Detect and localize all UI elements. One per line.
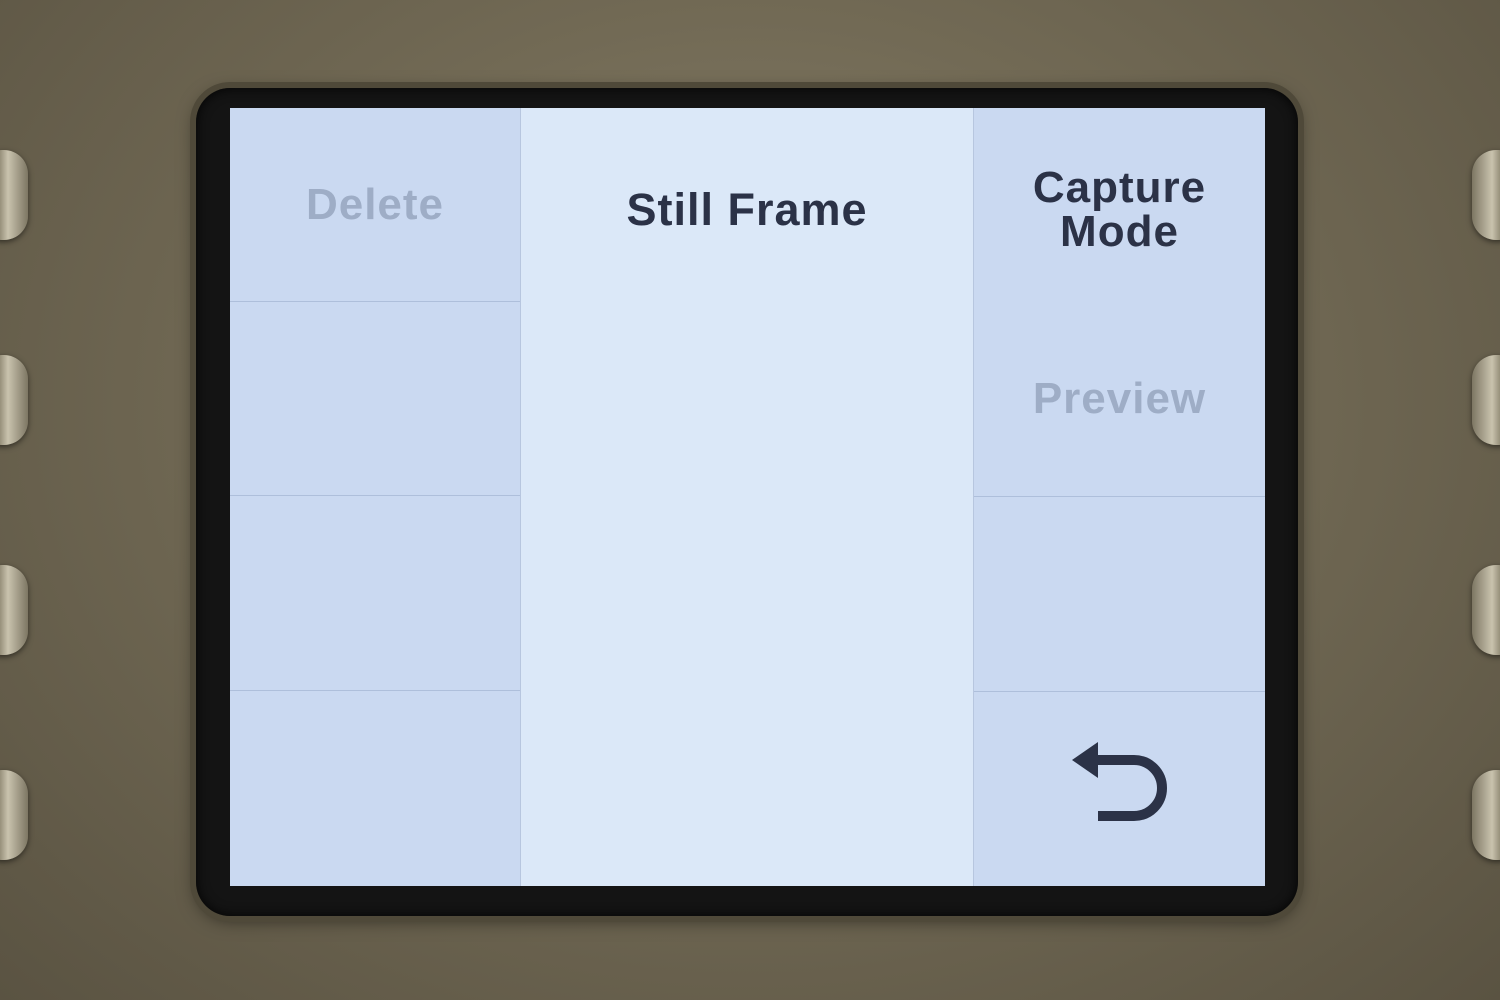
hardware-button-left-2[interactable]	[0, 355, 28, 445]
softkey-preview[interactable]: Preview	[974, 302, 1265, 497]
softkey-capture-mode-label: Capture Mode	[1033, 166, 1206, 254]
hardware-button-right-3[interactable]	[1472, 565, 1500, 655]
left-softkey-column: Delete	[230, 108, 520, 886]
softkey-right-3[interactable]	[974, 497, 1265, 692]
back-arrow-icon[interactable]	[1068, 740, 1178, 830]
hardware-button-right-1[interactable]	[1472, 150, 1500, 240]
softkey-left-3[interactable]	[230, 497, 520, 691]
center-panel: Still Frame	[520, 108, 974, 886]
softkey-left-2[interactable]	[230, 302, 520, 496]
capture-mode-line1: Capture	[1032, 163, 1207, 212]
softkey-capture-mode[interactable]: Capture Mode	[974, 108, 1265, 302]
lcd-screen: Delete Still Frame Capture Mode Preview	[230, 108, 1265, 886]
hardware-button-right-2[interactable]	[1472, 355, 1500, 445]
hardware-button-left-4[interactable]	[0, 770, 28, 860]
hardware-button-left-1[interactable]	[0, 150, 28, 240]
softkey-left-4[interactable]	[230, 692, 520, 886]
softkey-preview-label: Preview	[1032, 374, 1207, 423]
softkey-delete-label: Delete	[305, 179, 445, 229]
camera-body: Delete Still Frame Capture Mode Preview	[0, 0, 1500, 1000]
capture-mode-line2: Mode	[1060, 207, 1179, 256]
hardware-button-left-3[interactable]	[0, 565, 28, 655]
page-title: Still Frame	[626, 184, 868, 235]
hardware-button-right-4[interactable]	[1472, 770, 1500, 860]
softkey-delete[interactable]: Delete	[230, 108, 520, 302]
